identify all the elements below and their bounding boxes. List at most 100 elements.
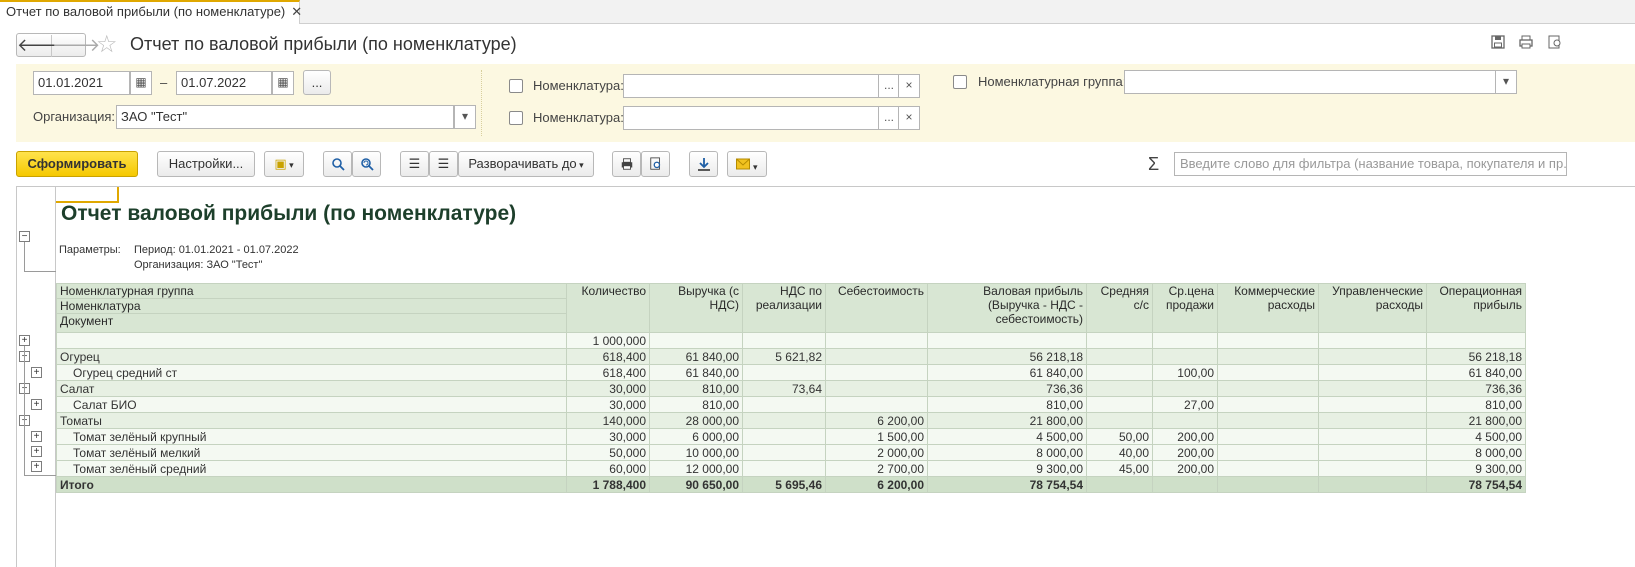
col-header-commercial: Коммерческие расходы	[1217, 283, 1319, 333]
cell-com	[1217, 364, 1319, 381]
date-to-input[interactable]: 01.07.2022	[176, 71, 272, 95]
expand-icon[interactable]: +	[31, 461, 42, 472]
cell-avg	[1086, 412, 1153, 429]
print-icon[interactable]	[1516, 34, 1536, 54]
cell-price: 200,00	[1152, 428, 1218, 445]
cell-avg	[1086, 332, 1153, 349]
forward-arrow-icon[interactable]: 🡒	[52, 35, 100, 57]
cell-mgmt	[1318, 332, 1427, 349]
tree-line	[24, 346, 25, 476]
params-period: Период: 01.01.2021 - 01.07.2022	[134, 244, 299, 256]
select-button[interactable]: ...	[878, 74, 900, 98]
select-button[interactable]: ...	[878, 106, 900, 130]
cell-rev: 28 000,00	[649, 412, 743, 429]
tab-report[interactable]: Отчет по валовой прибыли (по номенклатур…	[0, 0, 302, 24]
cell-gp: 4 500,00	[927, 428, 1087, 445]
expand-all-button[interactable]: ☰	[429, 151, 458, 177]
total-row[interactable]: Итого 1 788,400 90 650,00 5 695,46 6 200,00 7…	[56, 476, 1526, 493]
collapse-all-button[interactable]: ☰	[400, 151, 429, 177]
refresh-search-button[interactable]	[352, 151, 381, 177]
table-row[interactable]: Томат зелёный крупный 30,000 6 000,00 1 500…	[56, 428, 1526, 445]
expand-icon[interactable]: +	[31, 399, 42, 410]
expand-icon[interactable]: +	[31, 367, 42, 378]
cell-op: 21 800,00	[1426, 412, 1526, 429]
nomen-input-1[interactable]	[623, 74, 879, 98]
list-collapse-icon: ☰	[408, 156, 421, 171]
preview-button[interactable]	[641, 151, 670, 177]
table-row[interactable]: Салат 30,000 810,00 73,64 736,36 736,36	[56, 380, 1526, 397]
cell-mgmt	[1318, 396, 1427, 413]
cell-name: Салат БИО	[56, 396, 567, 413]
cell-price: 27,00	[1152, 396, 1218, 413]
date-from-input[interactable]: 01.01.2021	[33, 71, 130, 95]
calendar-icon[interactable]: ▦	[130, 71, 152, 95]
chevron-down-icon[interactable]: ▾	[454, 105, 476, 129]
cell-vat: 73,64	[742, 380, 826, 397]
table-row[interactable]: Огурец средний ст 618,400 61 840,00 61 840,…	[56, 364, 1526, 381]
clear-icon[interactable]: ×	[898, 106, 920, 130]
table-row[interactable]: Томат зелёный мелкий 50,000 10 000,00 2 000…	[56, 444, 1526, 461]
expand-icon[interactable]: +	[19, 335, 30, 346]
calendar-icon[interactable]: ▦	[272, 71, 294, 95]
chevron-down-icon[interactable]: ▾	[1495, 70, 1517, 94]
refresh-search-icon	[360, 158, 374, 171]
table-row[interactable]: Томаты 140,000 28 000,00 6 200,00 21 800,00 2…	[56, 412, 1526, 429]
table-row[interactable]: Томат зелёный средний 60,000 12 000,00 2 70…	[56, 460, 1526, 477]
table-row[interactable]: Огурец 618,400 61 840,00 5 621,82 56 218,18 5…	[56, 348, 1526, 365]
cell-mgmt	[1318, 348, 1427, 365]
expand-icon[interactable]: +	[31, 431, 42, 442]
filter-search-input[interactable]: Введите слово для фильтра (название това…	[1174, 152, 1567, 176]
cell-op: 9 300,00	[1426, 460, 1526, 477]
nomen-label-1: Номенклатура:	[533, 78, 624, 93]
table-row[interactable]: Салат БИО 30,000 810,00 810,00 27,00 810,00	[56, 396, 1526, 413]
cell-gp	[927, 332, 1087, 349]
cell-price	[1152, 348, 1218, 365]
cell-rev: 61 840,00	[649, 364, 743, 381]
cell-vat: 5 695,46	[742, 476, 826, 493]
preview-icon[interactable]	[1545, 34, 1565, 54]
cell-rev: 12 000,00	[649, 460, 743, 477]
nomen-input-2[interactable]	[623, 106, 879, 130]
chevron-down-icon: ▾	[286, 160, 294, 170]
tree-line	[24, 475, 56, 476]
sigma-icon[interactable]: Σ	[1148, 154, 1159, 175]
expand-icon[interactable]: +	[31, 446, 42, 457]
org-input[interactable]: ЗАО "Тест"	[116, 105, 454, 129]
cell-qty: 1 788,400	[566, 476, 650, 493]
cell-rev: 6 000,00	[649, 428, 743, 445]
chevron-down-icon: ▾	[576, 160, 584, 170]
cell-cost: 1 500,00	[825, 428, 928, 445]
nomen-group-input[interactable]	[1124, 70, 1496, 94]
cell-gp: 736,36	[927, 380, 1087, 397]
cell-qty: 30,000	[566, 380, 650, 397]
generate-button[interactable]: Сформировать	[16, 151, 138, 177]
favorite-star-icon[interactable]: ☆	[96, 30, 118, 59]
send-mail-button[interactable]: ▾	[727, 151, 767, 177]
cell-com	[1217, 476, 1319, 493]
clear-icon[interactable]: ×	[898, 74, 920, 98]
nomen-checkbox-2[interactable]	[509, 111, 523, 125]
cell-price: 200,00	[1152, 460, 1218, 477]
search-button[interactable]	[323, 151, 352, 177]
cell-mgmt	[1318, 460, 1427, 477]
download-icon	[697, 158, 710, 171]
collapse-icon[interactable]: −	[19, 231, 30, 242]
cell-avg	[1086, 364, 1153, 381]
save-icon[interactable]	[1488, 34, 1508, 54]
close-icon[interactable]: ✕	[291, 4, 302, 19]
cell-name: Огурец	[56, 348, 567, 365]
download-button[interactable]	[689, 151, 718, 177]
expand-to-button[interactable]: Разворачивать до ▾	[458, 151, 594, 177]
table-row[interactable]: 1 000,000	[56, 332, 1526, 349]
cell-cost: 6 200,00	[825, 412, 928, 429]
variant-button[interactable]: ▣ ▾	[264, 151, 304, 177]
col-header-qty: Количество	[566, 283, 650, 333]
period-select-button[interactable]: ...	[303, 70, 331, 95]
print-button[interactable]	[612, 151, 641, 177]
nomen-checkbox-1[interactable]	[509, 79, 523, 93]
cell-gp: 810,00	[927, 396, 1087, 413]
nomen-group-checkbox[interactable]	[953, 75, 967, 89]
back-arrow-icon[interactable]: 🡐	[17, 35, 65, 57]
settings-button[interactable]: Настройки...	[157, 151, 255, 177]
cell-op: 736,36	[1426, 380, 1526, 397]
